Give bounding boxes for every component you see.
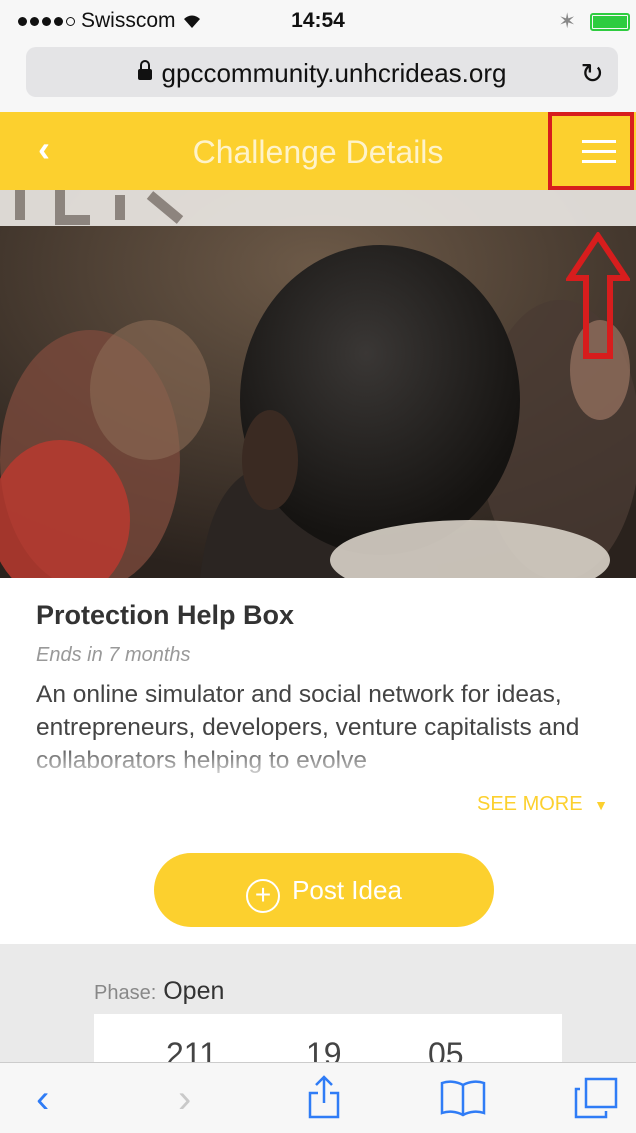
forward-icon[interactable]: › [178, 1077, 191, 1122]
see-more-button[interactable]: SEE MORE ▼ [477, 793, 608, 816]
phase-section: Phase: Open 211 19 05 [0, 944, 636, 1074]
hero-photo [0, 190, 636, 578]
hamburger-menu-button[interactable] [548, 112, 634, 190]
app-header: ‹ Challenge Details [0, 112, 636, 190]
bookmarks-icon[interactable] [440, 1079, 486, 1117]
url-display[interactable]: gpccommunity.unhcrideas.org [26, 58, 618, 89]
bluetooth-icon: ✶ [558, 10, 576, 33]
description-fade [36, 748, 606, 780]
address-bar[interactable]: gpccommunity.unhcrideas.org ↻ [26, 47, 618, 97]
status-bar: Swisscom 14:54 ✶ [0, 0, 636, 42]
lock-icon [137, 60, 152, 83]
challenge-end-date: Ends in 7 months [36, 644, 191, 666]
tabs-icon[interactable] [574, 1077, 618, 1119]
battery-icon [590, 12, 630, 31]
challenge-title[interactable]: Protection Help Box [36, 600, 294, 631]
challenge-hero-image [0, 190, 636, 578]
post-idea-label: Post Idea [292, 875, 402, 905]
chevron-down-icon: ▼ [594, 797, 608, 813]
post-idea-button[interactable]: + Post Idea [154, 853, 494, 927]
see-more-label: SEE MORE [477, 793, 583, 815]
status-right: ✶ [558, 9, 630, 34]
phase-label: Phase: [94, 982, 157, 1004]
annotation-arrow-icon [566, 232, 630, 359]
phase-value: Open [163, 977, 225, 1005]
url-text: gpccommunity.unhcrideas.org [161, 58, 507, 88]
back-icon[interactable]: ‹ [36, 1077, 49, 1122]
phase-line: Phase: Open [94, 977, 224, 1006]
status-time: 14:54 [291, 9, 345, 32]
browser-address-area: gpccommunity.unhcrideas.org ↻ [0, 42, 636, 112]
page-title: Challenge Details [192, 134, 444, 170]
share-icon[interactable] [306, 1075, 342, 1119]
reload-icon[interactable]: ↻ [581, 57, 604, 90]
hamburger-menu-icon [582, 140, 616, 170]
browser-toolbar: ‹ › [0, 1062, 636, 1133]
plus-circle-icon: + [246, 879, 281, 913]
